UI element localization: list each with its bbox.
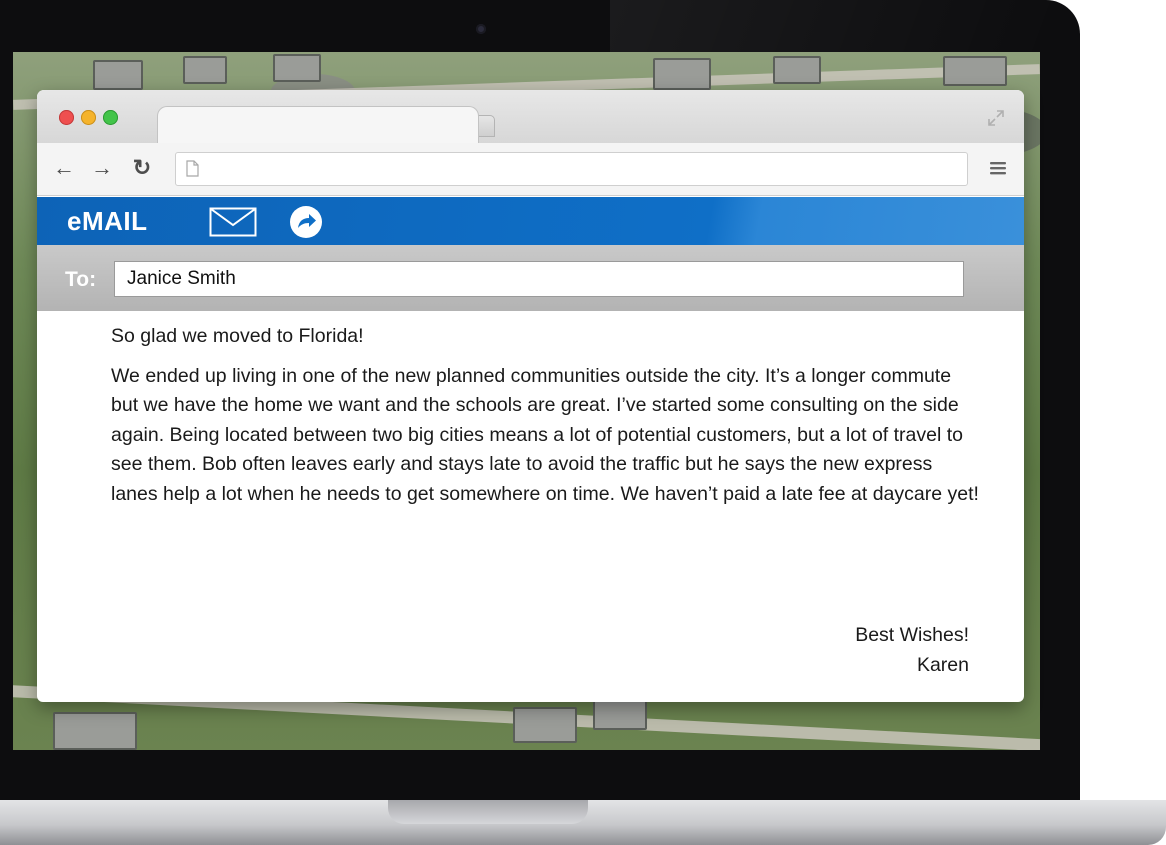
message-body[interactable]: So glad we moved to Florida! We ended up… (111, 322, 981, 519)
forward-button[interactable]: → (89, 155, 115, 181)
closing-text: Best Wishes! (855, 624, 969, 646)
house (93, 60, 143, 90)
page-icon (186, 160, 199, 177)
close-window-button[interactable] (59, 110, 74, 125)
fullscreen-icon[interactable] (986, 108, 1006, 128)
back-button[interactable]: ← (51, 155, 77, 181)
house (593, 700, 647, 730)
signature-text: Karen (916, 654, 969, 676)
laptop-bezel-bottom (0, 750, 1080, 800)
house (943, 56, 1007, 86)
house (183, 56, 227, 84)
browser-window: ← → ↻ eMAIL To: Janice Smith So glad we … (37, 90, 1024, 702)
tab-strip (37, 90, 1024, 144)
back-arrow-icon: ← (53, 155, 75, 180)
reload-icon: ↻ (132, 155, 152, 180)
message-signoff: Best Wishes! Karen (855, 620, 969, 680)
minimize-window-button[interactable] (81, 110, 96, 125)
house (53, 712, 137, 750)
house (513, 707, 577, 743)
tab-active[interactable] (157, 106, 479, 144)
menu-icon[interactable] (988, 158, 1008, 178)
laptop-base-notch (388, 800, 588, 824)
app-title: eMAIL (67, 206, 148, 236)
forward-arrow-icon: → (91, 155, 113, 180)
forward-icon[interactable] (289, 205, 323, 239)
recipient-bar: To: (37, 245, 1024, 311)
house (773, 56, 821, 84)
browser-toolbar: ← → ↻ (37, 143, 1024, 196)
scene: ← → ↻ eMAIL To: Janice Smith So glad we … (0, 0, 1166, 845)
message-paragraph: We ended up living in one of the new pla… (111, 364, 979, 505)
message-greeting: So glad we moved to Florida! (111, 325, 364, 347)
to-label: To: (65, 268, 97, 291)
address-bar[interactable] (175, 152, 968, 186)
envelope-icon[interactable] (209, 207, 257, 237)
house (273, 54, 321, 82)
reload-button[interactable]: ↻ (129, 155, 155, 181)
webcam-icon (476, 24, 486, 34)
zoom-window-button[interactable] (103, 110, 118, 125)
to-field[interactable] (114, 261, 964, 297)
email-app-header: eMAIL (37, 197, 1024, 245)
house (653, 58, 711, 90)
